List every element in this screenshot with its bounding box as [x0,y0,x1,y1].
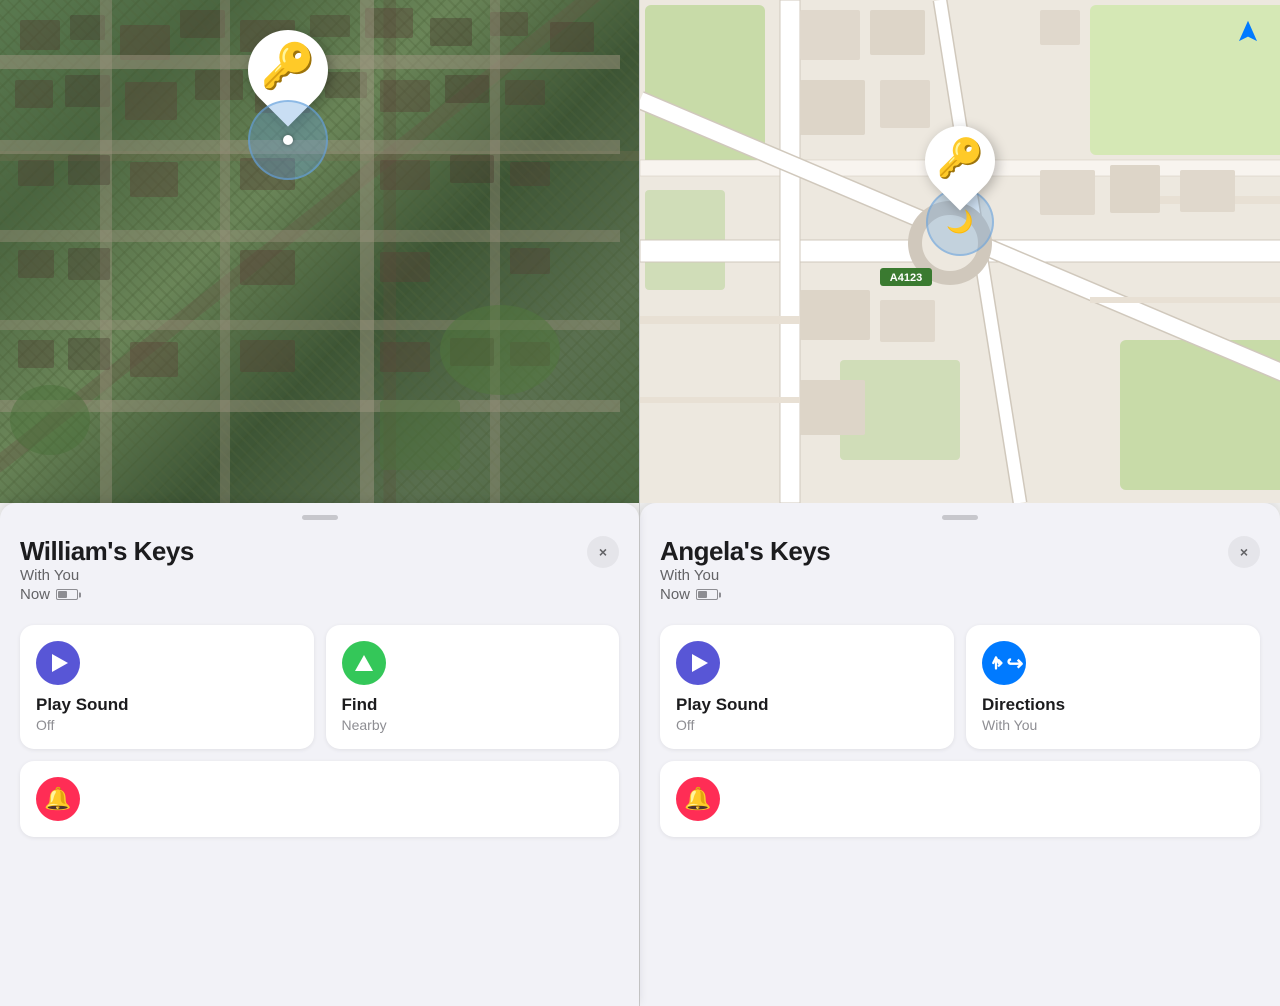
left-time-row: Now [20,586,194,603]
left-action-grid: Play Sound Off Find Nearby [20,625,619,749]
right-sheet-title: Angela's Keys [660,536,830,567]
right-bottom-sheet: Angela's Keys With You Now × [640,503,1280,1006]
left-play-sound-label: Play Sound [36,695,298,715]
left-find-label: Find [342,695,604,715]
left-notify-card[interactable]: 🔔 [20,761,619,837]
right-notify-icon-circle: 🔔 [676,777,720,821]
right-close-button[interactable]: × [1228,536,1260,568]
svg-text:A4123: A4123 [890,272,922,284]
right-directions-card[interactable]: ↪ Directions With You [966,625,1260,749]
bell-icon: 🔔 [44,786,71,812]
right-action-grid: Play Sound Off ↪ Directions With You [660,625,1260,749]
right-map: A4123 [640,0,1280,503]
right-pin-emoji: 🔑 [936,140,983,178]
left-time: Now [20,586,50,603]
right-play-sound-icon-circle [676,641,720,685]
left-header-text: William's Keys With You Now [20,536,194,619]
moon-icon: 🌙 [946,209,973,235]
left-battery [56,589,78,600]
left-bottom-sheet: William's Keys With You Now × [0,503,639,1006]
navigation-icon [1236,20,1260,44]
left-close-button[interactable]: × [587,536,619,568]
right-play-sound-label: Play Sound [676,695,938,715]
right-time: Now [660,586,690,603]
play-icon [52,654,68,672]
left-location-circle [248,100,328,180]
left-pin-emoji: 🔑 [260,45,315,89]
left-sheet-title: William's Keys [20,536,194,567]
battery-body [56,589,78,600]
right-battery-body [696,589,718,600]
right-sheet-subtitle: With You [660,567,830,584]
left-find-sublabel: Nearby [342,717,604,733]
left-sheet-header: William's Keys With You Now × [20,536,619,619]
left-play-sound-sublabel: Off [36,717,298,733]
right-map-pin: 🔑 🌙 [925,126,995,256]
right-drag-handle [942,515,978,520]
right-directions-label: Directions [982,695,1244,715]
right-time-row: Now [660,586,830,603]
right-directions-icon-circle: ↪ [982,641,1026,685]
right-sheet-header: Angela's Keys With You Now × [660,536,1260,619]
left-map: 🔑 [0,0,639,503]
right-notify-card[interactable]: 🔔 [660,761,1260,837]
left-find-icon-circle [342,641,386,685]
right-battery [696,589,718,600]
location-arrow-button[interactable] [1232,16,1264,48]
up-arrow-icon [355,655,373,671]
left-map-pin: 🔑 [248,30,328,180]
battery-fill [58,591,67,598]
left-play-sound-card[interactable]: Play Sound Off [20,625,314,749]
right-bell-icon: 🔔 [684,786,711,812]
right-panel: A4123 [640,0,1280,1006]
right-header-text: Angela's Keys With You Now [660,536,830,619]
directions-icon [985,652,1007,674]
right-play-sound-sublabel: Off [676,717,938,733]
left-panel: 🔑 William's Keys With You Now [0,0,640,1006]
left-find-nearby-card[interactable]: Find Nearby [326,625,620,749]
right-play-sound-card[interactable]: Play Sound Off [660,625,954,749]
turn-arrow-symbol: ↪ [1007,651,1024,676]
left-sheet-subtitle: With You [20,567,194,584]
right-play-icon [692,654,708,672]
right-battery-fill [698,591,707,598]
left-location-dot [283,135,293,145]
right-pin-bubble: 🔑 [911,111,1010,210]
left-drag-handle [302,515,338,520]
left-notify-icon-circle: 🔔 [36,777,80,821]
left-play-sound-icon-circle [36,641,80,685]
right-directions-sublabel: With You [982,717,1244,733]
